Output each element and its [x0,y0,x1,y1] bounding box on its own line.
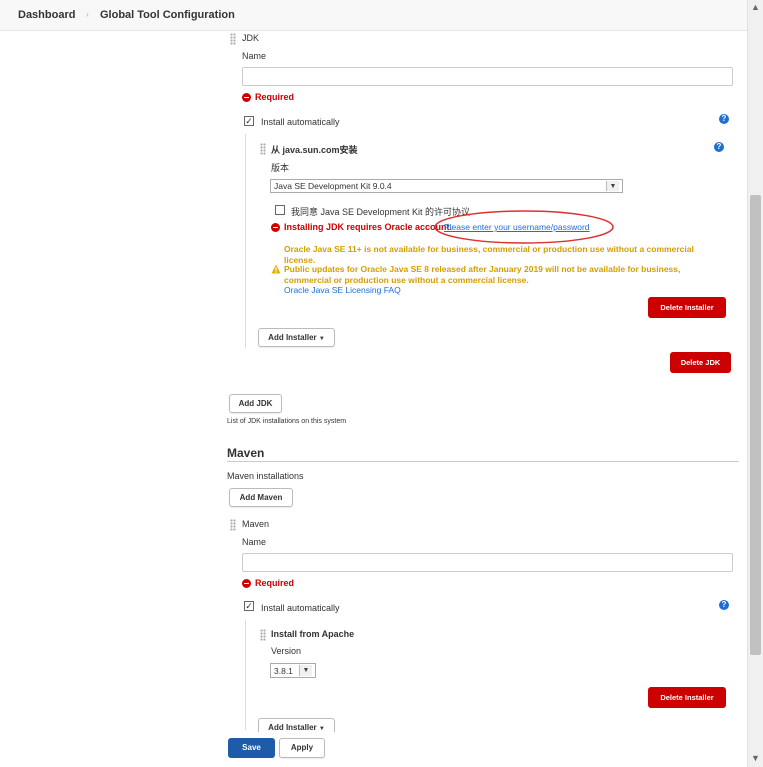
maven-name-input[interactable] [242,553,733,572]
annotation-ellipse [434,210,614,244]
maven-installer-title: Install from Apache [271,629,355,639]
vertical-scrollbar[interactable]: ▲ ▼ [747,0,763,767]
maven-version-value: 3.8.1 [274,665,293,676]
add-installer-label: Add Installer [268,333,317,342]
required-text: Required [255,92,295,102]
licensing-faq-link[interactable]: Oracle Java SE Licensing FAQ [284,285,401,295]
warning-triangle-icon [271,264,281,274]
drag-handle-icon[interactable] [260,629,266,641]
jdk-name-input[interactable] [242,67,733,86]
chevron-down-icon: ▼ [606,181,619,191]
scroll-up-icon[interactable]: ▲ [751,2,760,12]
installer-title: 从 java.sun.com安装 [271,145,358,155]
oracle-account-error: Installing JDK requires Oracle account. [271,222,452,232]
maven-required-message: Required [242,578,294,588]
maven-version-select[interactable]: 3.8.1 ▼ [270,663,316,678]
drag-handle-icon[interactable] [230,519,236,531]
java11-warning: Oracle Java SE 11+ is not available for … [284,244,694,265]
jdk-version-select[interactable]: Java SE Development Kit 9.0.4 ▼ [270,179,623,193]
add-installer-label: Add Installer [268,723,317,732]
scrollbar-thumb[interactable] [750,195,761,655]
version-label: 版本 [271,163,290,173]
drag-handle-icon[interactable] [230,33,236,45]
question-circle-icon[interactable]: ? [714,142,724,152]
maven-name-label: Name [242,537,267,547]
minus-circle-icon [242,92,251,102]
apply-button[interactable]: Apply [279,738,325,758]
question-circle-icon[interactable]: ? [719,114,729,124]
minus-circle-icon [242,578,251,588]
jdk-install-automatically-checkbox[interactable]: ✓ [244,116,254,126]
delete-installer-button[interactable]: Delete Installer [648,297,726,318]
add-installer-button[interactable]: Add Installer ▼ [258,328,335,347]
question-circle-icon[interactable]: ? [719,600,729,610]
caret-down-icon: ▼ [318,336,325,342]
install-automatically-label: Install automatically [261,603,340,613]
delete-jdk-button[interactable]: Delete JDK [670,352,731,373]
scroll-down-icon[interactable]: ▼ [751,753,760,763]
installer-group-border [245,134,246,348]
add-jdk-button[interactable]: Add JDK [229,394,282,413]
jdk-version-value: Java SE Development Kit 9.0.4 [274,181,392,191]
maven-divider [227,461,739,462]
oracle-error-text: Installing JDK requires Oracle account. [284,222,453,232]
breadcrumb-current: Global Tool Configuration [100,9,235,21]
jdk-name-label: Name [242,51,267,61]
maven-installations-label: Maven installations [227,471,304,481]
minus-circle-icon [271,222,280,232]
jdk-list-caption: List of JDK installations on this system [227,418,347,425]
required-text: Required [255,578,295,588]
save-button[interactable]: Save [228,738,275,758]
delete-installer-button[interactable]: Delete Installer [648,687,726,708]
breadcrumb-separator-icon: › [86,10,89,19]
maven-section-title: Maven [242,519,270,529]
maven-install-automatically-checkbox[interactable]: ✓ [244,601,254,611]
maven-heading: Maven [227,446,265,460]
drag-handle-icon[interactable] [260,143,266,155]
jdk-required-message: Required [242,92,294,102]
maven-version-label: Version [271,646,302,656]
breadcrumb-dashboard[interactable]: Dashboard [18,9,75,21]
chevron-down-icon: ▼ [299,665,312,676]
installer-group-border [245,620,246,730]
jdk-section-title: JDK [242,33,260,43]
java8-warning: Public updates for Oracle Java SE 8 rele… [284,264,681,285]
agree-license-checkbox[interactable] [275,205,285,215]
add-maven-button[interactable]: Add Maven [229,488,293,507]
install-automatically-label: Install automatically [261,117,340,127]
